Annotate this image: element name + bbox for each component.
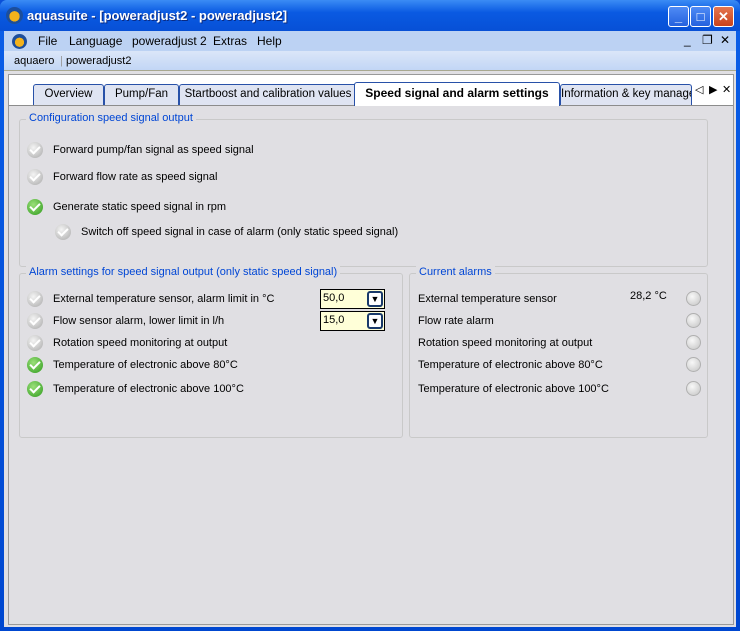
current-flow: Flow rate alarm (418, 315, 494, 327)
menu-extras[interactable]: Extras (213, 34, 247, 48)
tab-overview[interactable]: Overview (33, 84, 104, 105)
label-rotation: Rotation speed monitoring at output (53, 337, 228, 349)
flow-limit-value: 15,0 (323, 314, 345, 326)
checkbox-ext-temp[interactable] (27, 291, 43, 307)
current-ext-temp: External temperature sensor (418, 293, 557, 305)
close-button[interactable]: ✕ (713, 6, 734, 27)
app-window: aquasuite - [poweradjust2 - poweradjust2… (0, 0, 740, 631)
label-ext-temp: External temperature sensor, alarm limit… (53, 293, 275, 305)
ext-temp-limit-dropdown[interactable]: 50,0 ▼ (320, 289, 385, 309)
document-icon[interactable] (12, 34, 27, 49)
current-alarms-group: Current alarms External temperature sens… (409, 266, 708, 438)
mdi-restore-icon[interactable]: ❐ (702, 33, 713, 47)
ext-temp-limit-value: 50,0 (323, 292, 345, 304)
checkbox-rotation[interactable] (27, 335, 43, 351)
tab-startboost[interactable]: Startboost and calibration values (179, 84, 357, 105)
menu-bar: File Language poweradjust 2 Extras Help … (4, 31, 736, 51)
tab-page: Configuration speed signal output Forwar… (9, 105, 733, 624)
alarm-led-temp-100 (686, 381, 701, 396)
breadcrumb-aquaero[interactable]: aquaero (14, 55, 54, 67)
chevron-down-icon[interactable]: ▼ (367, 313, 383, 329)
breadcrumb: aquaero | poweradjust2 (4, 51, 736, 71)
label-flow-alarm: Flow sensor alarm, lower limit in l/h (53, 315, 225, 327)
breadcrumb-poweradjust2[interactable]: poweradjust2 (66, 55, 131, 67)
maximize-button[interactable]: □ (690, 6, 711, 27)
checkbox-switch-off-alarm[interactable] (55, 224, 71, 240)
checkbox-temp-100[interactable] (27, 381, 43, 397)
current-rotation: Rotation speed monitoring at output (418, 337, 593, 349)
label-temp-80: Temperature of electronic above 80°C (53, 359, 238, 371)
checkbox-flow-alarm[interactable] (27, 313, 43, 329)
tab-information[interactable]: Information & key manage (560, 84, 692, 105)
tab-speed-signal[interactable]: Speed signal and alarm settings (354, 82, 560, 106)
alarm-led-flow (686, 313, 701, 328)
label-temp-100: Temperature of electronic above 100°C (53, 383, 244, 395)
current-temp-100: Temperature of electronic above 100°C (418, 383, 609, 395)
config-group-title: Configuration speed signal output (26, 112, 196, 124)
label-static-signal: Generate static speed signal in rpm (53, 201, 227, 213)
alarm-settings-title: Alarm settings for speed signal output (… (26, 266, 341, 278)
tab-scroll-right-icon[interactable]: ▶ (709, 83, 717, 96)
chevron-down-icon[interactable]: ▼ (367, 291, 383, 307)
minimize-button[interactable]: _ (668, 6, 689, 27)
menu-language[interactable]: Language (69, 34, 122, 48)
tab-scroll-left-icon[interactable]: ◁ (695, 83, 703, 96)
menu-help[interactable]: Help (257, 34, 282, 48)
checkbox-static-signal[interactable] (27, 199, 43, 215)
breadcrumb-separator: | (60, 55, 63, 67)
checkbox-forward-flow[interactable] (27, 169, 43, 185)
checkbox-forward-pump[interactable] (27, 142, 43, 158)
menu-file[interactable]: File (38, 34, 57, 48)
tab-close-icon[interactable]: ✕ (722, 83, 731, 96)
label-forward-flow: Forward flow rate as speed signal (53, 171, 218, 183)
alarm-settings-group: Alarm settings for speed signal output (… (19, 266, 403, 438)
flow-limit-dropdown[interactable]: 15,0 ▼ (320, 311, 385, 331)
checkbox-temp-80[interactable] (27, 357, 43, 373)
alarm-led-rotation (686, 335, 701, 350)
current-ext-temp-value: 28,2 °C (630, 290, 667, 302)
current-temp-80: Temperature of electronic above 80°C (418, 359, 603, 371)
menu-poweradjust[interactable]: poweradjust 2 (132, 34, 207, 48)
current-alarms-title: Current alarms (416, 266, 495, 278)
window-title: aquasuite - [poweradjust2 - poweradjust2… (27, 8, 288, 23)
alarm-led-temp-80 (686, 357, 701, 372)
config-group: Configuration speed signal output Forwar… (19, 112, 708, 267)
app-logo-icon (6, 7, 23, 24)
tab-control: Overview Pump/Fan Startboost and calibra… (8, 74, 734, 625)
mdi-close-icon[interactable]: ✕ (720, 33, 730, 47)
title-bar: aquasuite - [poweradjust2 - poweradjust2… (0, 0, 740, 31)
label-switch-off-alarm: Switch off speed signal in case of alarm… (81, 226, 399, 238)
mdi-minimize-icon[interactable]: _ (684, 33, 691, 47)
label-forward-pump: Forward pump/fan signal as speed signal (53, 144, 254, 156)
alarm-led-ext-temp (686, 291, 701, 306)
tab-pump-fan[interactable]: Pump/Fan (104, 84, 179, 105)
